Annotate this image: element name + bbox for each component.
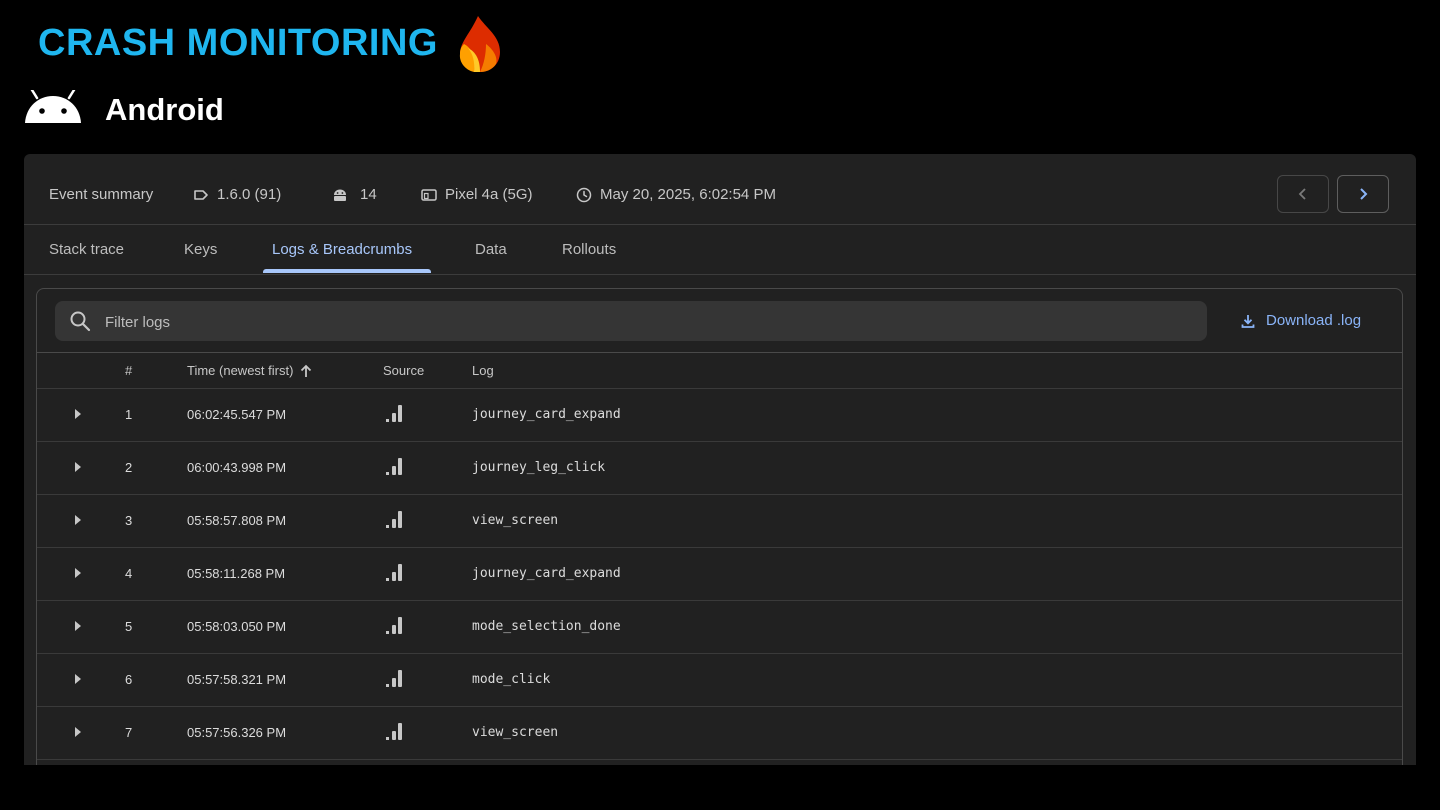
tab-stack-trace[interactable]: Stack trace [49,241,124,258]
active-tab-indicator [263,269,431,273]
row-log: view_screen [472,725,559,740]
filter-logs-input[interactable] [103,301,1197,343]
expand-arrow-icon[interactable] [73,461,83,473]
signal-bars-icon [386,458,402,475]
event-summary-text: Event summary [49,186,154,203]
expand-arrow-icon[interactable] [73,514,83,526]
expand-arrow-icon[interactable] [73,673,83,685]
tab-logs-breadcrumbs[interactable]: Logs & Breadcrumbs [272,241,412,258]
row-time: 05:58:03.050 PM [187,619,287,634]
crash-event-panel: Event summary 1.6.0 (91) 14 Pixel 4a (5G… [24,154,1416,765]
signal-bars-icon [386,405,402,422]
tab-rollouts[interactable]: Rollouts [562,241,616,258]
tab-data[interactable]: Data [475,241,507,258]
table-row[interactable]: 6 05:57:58.321 PM mode_click [37,653,1402,707]
tab-keys[interactable]: Keys [184,241,217,258]
event-timestamp: May 20, 2025, 6:02:54 PM [576,186,776,203]
row-time: 05:57:56.326 PM [187,725,287,740]
row-log: journey_card_expand [472,407,621,422]
signal-bars-icon [386,670,402,687]
chevron-left-icon [1298,188,1306,200]
clock-icon [576,187,592,203]
app-version-text: 1.6.0 (91) [217,186,282,203]
table-row[interactable]: 7 05:57:56.326 PM view_screen [37,706,1402,760]
sort-arrow-up-icon [301,364,312,377]
download-log-label: Download .log [1266,312,1362,329]
event-summary-label: Event summary [49,186,153,203]
download-icon [1241,314,1255,328]
column-time[interactable]: Time (newest first) [187,363,313,378]
signal-bars-icon [386,723,402,740]
row-time: 06:00:43.998 PM [187,460,287,475]
search-icon [70,311,91,332]
os-version-text: 14 [360,186,377,203]
os-version: 14 [332,186,377,203]
row-log: mode_selection_done [472,619,621,634]
expand-arrow-icon[interactable] [73,408,83,420]
label-tag-icon [193,187,209,203]
row-number: 6 [125,672,133,687]
row-time: 05:58:57.808 PM [187,513,287,528]
app-version: 1.6.0 (91) [193,186,281,203]
filter-logs-field[interactable] [55,301,1207,343]
column-log: Log [472,363,494,378]
column-number: # [125,363,133,378]
logs-table-card: Download .log # Time (newest first) Sour… [36,288,1403,765]
event-summary-bar: Event summary 1.6.0 (91) 14 Pixel 4a (5G… [24,154,1416,225]
row-time: 06:02:45.547 PM [187,407,287,422]
table-row[interactable]: 2 06:00:43.998 PM journey_leg_click [37,441,1402,495]
platform-label: Android [105,92,224,127]
row-number: 3 [125,513,133,528]
row-number: 1 [125,407,133,422]
row-number: 5 [125,619,133,634]
table-row[interactable]: 3 05:58:57.808 PM view_screen [37,494,1402,548]
download-log-button[interactable]: Download .log [1240,312,1361,329]
expand-arrow-icon[interactable] [73,620,83,632]
signal-bars-icon [386,617,402,634]
expand-arrow-icon[interactable] [73,726,83,738]
event-tabs: Stack trace Keys Logs & Breadcrumbs Data… [24,225,1416,275]
row-log: mode_click [472,672,551,687]
column-time-label: Time (newest first) [187,363,294,378]
device-model: Pixel 4a (5G) [421,186,533,203]
android-small-icon [332,187,348,203]
row-log: view_screen [472,513,559,528]
table-row[interactable]: 5 05:58:03.050 PM mode_selection_done [37,600,1402,654]
device-model-text: Pixel 4a (5G) [445,186,533,203]
row-time: 05:57:58.321 PM [187,672,287,687]
event-timestamp-text: May 20, 2025, 6:02:54 PM [600,186,776,203]
page-title: CRASH MONITORING [38,22,438,64]
row-time: 05:58:11.268 PM [187,566,286,581]
expand-arrow-icon[interactable] [73,567,83,579]
next-event-button[interactable] [1337,175,1389,213]
row-number: 2 [125,460,133,475]
firebase-flame-icon [459,16,500,72]
android-icon [25,90,81,123]
row-number: 7 [125,725,133,740]
row-log: journey_card_expand [472,566,621,581]
row-number: 4 [125,566,133,581]
chevron-right-icon [1360,188,1368,200]
signal-bars-icon [386,564,402,581]
table-row[interactable]: 1 06:02:45.547 PM journey_card_expand [37,388,1402,442]
column-source: Source [383,363,425,378]
signal-bars-icon [386,511,402,528]
row-log: journey_leg_click [472,460,606,475]
device-icon [421,187,437,203]
previous-event-button[interactable] [1277,175,1329,213]
logs-table-header: # Time (newest first) Source Log [37,352,1402,389]
table-row[interactable]: 4 05:58:11.268 PM journey_card_expand [37,547,1402,601]
